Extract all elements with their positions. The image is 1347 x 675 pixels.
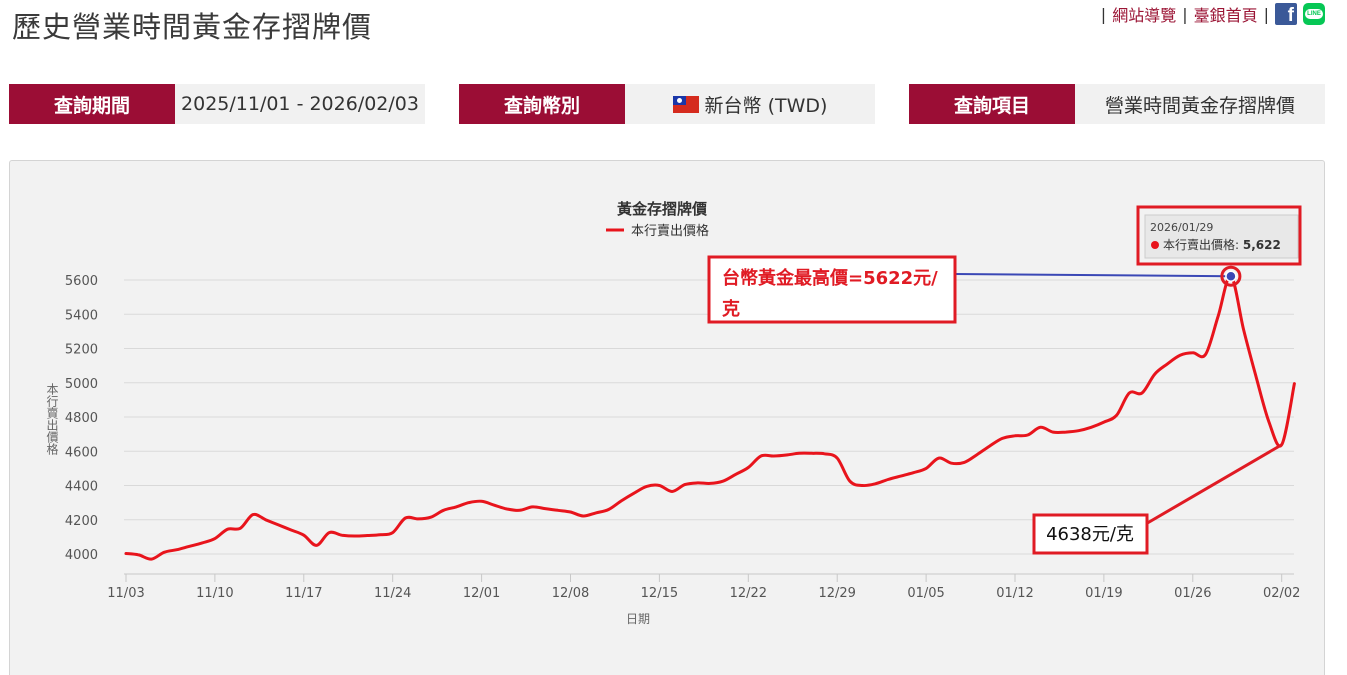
max-connector-line	[953, 273, 1231, 278]
x-axis-label: 日期	[626, 612, 650, 626]
tooltip-date: 2026/01/29	[1150, 221, 1213, 234]
y-tick-label: 4800	[65, 411, 98, 426]
min-price-note-text: 4638元/克	[1046, 524, 1134, 545]
y-axis-label: 本行賣出價格	[45, 383, 59, 455]
x-tick-label: 12/15	[641, 586, 678, 601]
chart-panel: 4000 4200 4400 4600 4800 5000 5200 5400 5600 11/0…	[9, 160, 1325, 675]
svg-text:本行賣出價格: 5,622: 本行賣出價格: 5,622	[1163, 237, 1281, 252]
line-icon-text: LINE	[1305, 9, 1323, 19]
link-separator: |	[1182, 4, 1188, 24]
facebook-icon[interactable]: f	[1275, 3, 1297, 25]
max-price-note-box	[707, 255, 957, 324]
x-tick-label: 11/17	[285, 586, 322, 601]
sitemap-link[interactable]: 網站導覽	[1112, 2, 1176, 26]
y-tick-label: 5400	[65, 308, 98, 323]
max-point-marker	[1225, 270, 1237, 282]
query-currency: 查詢幣別 新台幣 (TWD)	[459, 84, 875, 124]
query-currency-value: 新台幣 (TWD)	[704, 94, 828, 117]
bank-home-link[interactable]: 臺銀首頁	[1194, 2, 1258, 26]
page-title: 歷史營業時間黃金存摺牌價	[12, 10, 373, 44]
max-price-note-line2: 克	[722, 298, 740, 320]
x-tick-label: 12/01	[463, 586, 500, 601]
query-currency-value-box: 新台幣 (TWD)	[625, 84, 875, 124]
max-price-note-line1: 台幣黃金最高價=5622元/	[722, 267, 938, 289]
x-tick-label: 12/08	[552, 586, 589, 601]
min-price-note: 4638元/克	[1032, 513, 1149, 555]
query-item-value: 營業時間黃金存摺牌價	[1075, 84, 1325, 124]
x-tick-label: 12/29	[818, 586, 855, 601]
link-separator: |	[1100, 4, 1107, 24]
y-tick-label: 4400	[65, 480, 98, 495]
x-tick-label: 01/26	[1174, 586, 1211, 601]
y-tick-label: 5000	[65, 377, 98, 392]
y-tick-label: 4200	[65, 514, 98, 529]
query-item: 查詢項目 營業時間黃金存摺牌價	[909, 84, 1325, 124]
chart-legend[interactable]: 本行賣出價格	[606, 223, 709, 239]
price-chart[interactable]: 4000 4200 4400 4600 4800 5000 5200 5400 5600 11/0…	[10, 161, 1326, 675]
min-connector-line	[1143, 443, 1283, 527]
x-tick-label: 11/10	[196, 586, 233, 601]
x-tick-label: 01/19	[1085, 586, 1122, 601]
top-links: | 網站導覽 | 臺銀首頁 | f LINE	[1101, 2, 1325, 26]
tooltip: 2026/01/29 本行賣出價格: 5,622	[1136, 205, 1302, 266]
tooltip-bullet	[1151, 241, 1159, 249]
taiwan-flag-icon	[672, 95, 699, 113]
max-connector	[953, 273, 1231, 278]
max-price-note: 台幣黃金最高價=5622元/ 克	[707, 255, 957, 324]
y-tick-label: 5600	[65, 274, 98, 289]
line-icon[interactable]: LINE	[1303, 3, 1325, 25]
x-tick-label: 11/03	[107, 586, 144, 601]
x-tick-label: 02/02	[1263, 586, 1300, 601]
x-tick-label: 01/05	[907, 586, 944, 601]
query-currency-label: 查詢幣別	[459, 84, 625, 124]
x-tick-label: 12/22	[730, 586, 767, 601]
y-tick-label: 4000	[65, 548, 98, 563]
tooltip-value: 5,622	[1243, 238, 1281, 252]
chart-title: 黃金存摺牌價	[617, 200, 708, 218]
x-tick-label: 11/24	[374, 586, 411, 601]
query-period-label: 查詢期間	[9, 84, 175, 124]
y-tick-label: 4600	[65, 445, 98, 460]
legend-label: 本行賣出價格	[631, 223, 709, 239]
tooltip-label: 本行賣出價格:	[1163, 237, 1239, 252]
y-tick-label: 5200	[65, 343, 98, 358]
query-period: 查詢期間 2025/11/01 - 2026/02/03	[9, 84, 425, 124]
x-tick-label: 01/12	[996, 586, 1033, 601]
query-item-label: 查詢項目	[909, 84, 1075, 124]
link-separator: |	[1263, 4, 1269, 24]
query-period-value: 2025/11/01 - 2026/02/03	[175, 84, 425, 124]
